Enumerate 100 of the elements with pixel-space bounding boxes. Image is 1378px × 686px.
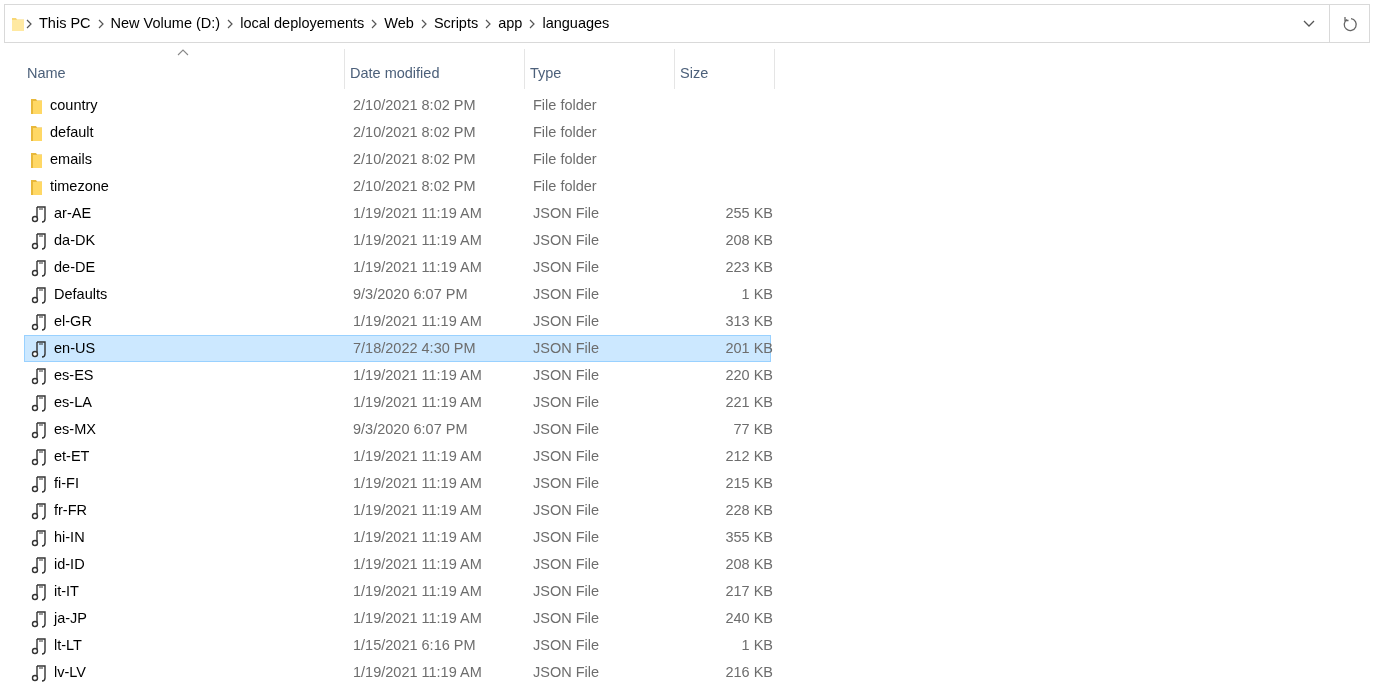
date-modified: 1/19/2021 11:19 AM <box>352 392 483 412</box>
breadcrumb-item[interactable]: languages <box>536 12 616 35</box>
breadcrumb-item[interactable]: local deployements <box>234 12 371 35</box>
file-size: 208 KB <box>725 231 773 248</box>
file-size: 220 KB <box>725 366 773 383</box>
file-size: 215 KB <box>725 474 773 491</box>
folder-icon <box>11 15 25 32</box>
file-name: timezone <box>50 176 109 196</box>
date-modified: 1/19/2021 11:19 AM <box>352 527 483 547</box>
file-name: el-GR <box>54 311 92 331</box>
file-row[interactable]: hi-IN 1/19/2021 11:19 AM JSON File 355 KB <box>24 524 771 551</box>
file-row[interactable]: el-GR 1/19/2021 11:19 AM JSON File 313 KB <box>24 308 771 335</box>
refresh-button[interactable] <box>1330 4 1370 43</box>
file-row[interactable]: timezone 2/10/2021 8:02 PM File folder <box>24 173 771 200</box>
file-type: File folder <box>532 122 598 142</box>
file-row[interactable]: ja-JP 1/19/2021 11:19 AM JSON File 240 KB <box>24 605 771 632</box>
date-modified: 2/10/2021 8:02 PM <box>352 95 477 115</box>
file-row[interactable]: fr-FR 1/19/2021 11:19 AM JSON File 228 KB <box>24 497 771 524</box>
date-modified: 1/19/2021 11:19 AM <box>352 608 483 628</box>
column-header[interactable]: Date modified <box>345 49 525 89</box>
file-row[interactable]: emails 2/10/2021 8:02 PM File folder <box>24 146 771 173</box>
file-row[interactable]: default 2/10/2021 8:02 PM File folder <box>24 119 771 146</box>
file-row[interactable]: id-ID 1/19/2021 11:19 AM JSON File 208 KB <box>24 551 771 578</box>
file-size: 1 KB <box>741 285 773 302</box>
file-name: lv-LV <box>54 662 86 682</box>
column-header[interactable]: Size <box>675 49 775 89</box>
date-modified: 1/19/2021 11:19 AM <box>352 365 483 385</box>
file-name: et-ET <box>54 446 90 466</box>
breadcrumb-item[interactable]: This PC <box>33 12 97 35</box>
file-row[interactable]: es-MX 9/3/2020 6:07 PM JSON File 77 KB <box>24 416 771 443</box>
chevron-right-icon <box>419 18 428 29</box>
file-row[interactable]: en-US 7/18/2022 4:30 PM JSON File 201 KB <box>24 335 771 362</box>
file-type: JSON File <box>532 203 601 223</box>
file-name: ar-AE <box>54 203 92 223</box>
file-type: JSON File <box>532 662 601 682</box>
file-row[interactable]: da-DK 1/19/2021 11:19 AM JSON File 208 KB <box>24 227 771 254</box>
date-modified: 7/18/2022 4:30 PM <box>352 338 477 358</box>
breadcrumb-item[interactable]: Scripts <box>427 12 485 35</box>
date-modified: 2/10/2021 8:02 PM <box>352 122 477 142</box>
file-type: JSON File <box>532 608 601 628</box>
address-bar[interactable]: This PC New Volume (D:) local deployements Web Scripts app languages <box>4 4 1330 43</box>
file-type: File folder <box>532 176 598 196</box>
file-row[interactable]: Defaults 9/3/2020 6:07 PM JSON File 1 KB <box>24 281 771 308</box>
date-modified: 1/19/2021 11:19 AM <box>352 473 483 493</box>
file-size: 208 KB <box>725 555 773 572</box>
file-type: JSON File <box>532 635 601 655</box>
chevron-right-icon <box>528 18 537 29</box>
file-size: 240 KB <box>725 609 773 626</box>
chevron-right-icon <box>25 18 33 29</box>
breadcrumb-item[interactable]: New Volume (D:) <box>104 12 227 35</box>
file-size: 313 KB <box>725 312 773 329</box>
file-size: 77 KB <box>733 420 773 437</box>
file-row[interactable]: es-LA 1/19/2021 11:19 AM JSON File 221 KB <box>24 389 771 416</box>
file-name: da-DK <box>54 230 96 250</box>
column-header[interactable]: Type <box>525 49 675 89</box>
file-size: 212 KB <box>725 447 773 464</box>
date-modified: 9/3/2020 6:07 PM <box>352 284 469 304</box>
file-type: JSON File <box>532 527 601 547</box>
date-modified: 1/19/2021 11:19 AM <box>352 257 483 277</box>
date-modified: 1/19/2021 11:19 AM <box>352 203 483 223</box>
file-name: lt-LT <box>54 635 82 655</box>
file-type: File folder <box>532 149 598 169</box>
file-row[interactable]: ar-AE 1/19/2021 11:19 AM JSON File 255 KB <box>24 200 771 227</box>
date-modified: 1/19/2021 11:19 AM <box>352 230 483 250</box>
chevron-right-icon <box>484 18 493 29</box>
file-row[interactable]: et-ET 1/19/2021 11:19 AM JSON File 212 KB <box>24 443 771 470</box>
file-row[interactable]: lt-LT 1/15/2021 6:16 PM JSON File 1 KB <box>24 632 771 659</box>
file-type: JSON File <box>532 365 601 385</box>
date-modified: 1/19/2021 11:19 AM <box>352 554 483 574</box>
chevron-right-icon <box>96 18 105 29</box>
date-modified: 2/10/2021 8:02 PM <box>352 176 477 196</box>
file-type: JSON File <box>532 392 601 412</box>
file-row[interactable]: it-IT 1/19/2021 11:19 AM JSON File 217 KB <box>24 578 771 605</box>
file-size: 216 KB <box>725 663 773 680</box>
date-modified: 2/10/2021 8:02 PM <box>352 149 477 169</box>
date-modified: 1/19/2021 11:19 AM <box>352 581 483 601</box>
file-type: JSON File <box>532 446 601 466</box>
file-row[interactable]: es-ES 1/19/2021 11:19 AM JSON File 220 KB <box>24 362 771 389</box>
file-type: JSON File <box>532 419 601 439</box>
file-name: Defaults <box>54 284 108 304</box>
file-name: it-IT <box>54 581 79 601</box>
folder-icon <box>30 151 43 168</box>
file-row[interactable]: fi-FI 1/19/2021 11:19 AM JSON File 215 KB <box>24 470 771 497</box>
file-name: id-ID <box>54 554 85 574</box>
folder-icon <box>30 97 43 114</box>
file-type: JSON File <box>532 554 601 574</box>
file-name: country <box>50 95 98 115</box>
file-name: en-US <box>54 338 96 358</box>
file-row[interactable]: de-DE 1/19/2021 11:19 AM JSON File 223 KB <box>24 254 771 281</box>
file-row[interactable]: country 2/10/2021 8:02 PM File folder <box>24 92 771 119</box>
file-name: ja-JP <box>54 608 88 628</box>
file-type: JSON File <box>532 311 601 331</box>
date-modified: 1/19/2021 11:19 AM <box>352 662 483 682</box>
file-type: JSON File <box>532 338 601 358</box>
file-row[interactable]: lv-LV 1/19/2021 11:19 AM JSON File 216 KB <box>24 659 771 686</box>
breadcrumb-item[interactable]: app <box>492 12 529 35</box>
column-header[interactable]: Name <box>22 49 345 89</box>
breadcrumb-item[interactable]: Web <box>378 12 420 35</box>
file-name: fi-FI <box>54 473 79 493</box>
file-type: JSON File <box>532 257 601 277</box>
